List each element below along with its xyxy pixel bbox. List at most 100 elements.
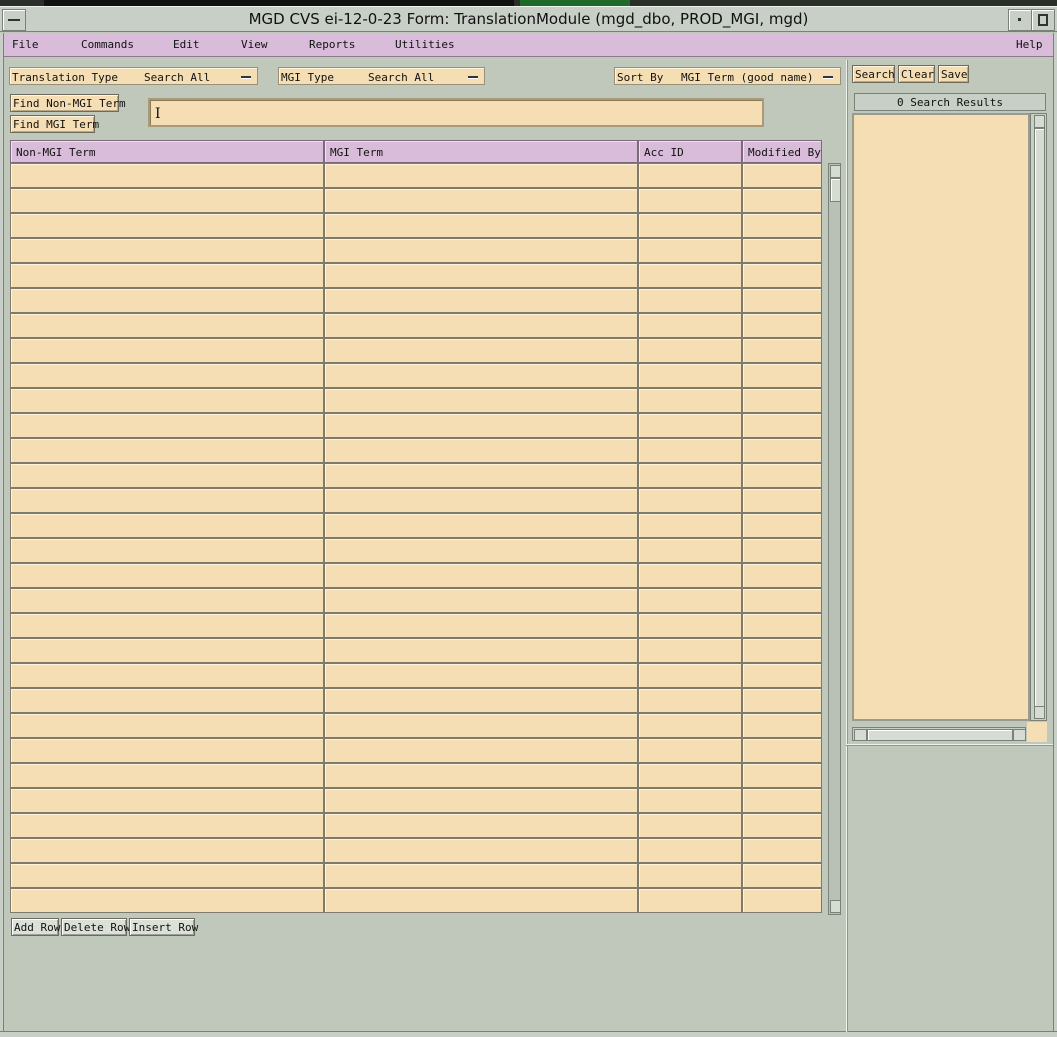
find-non-mgi-term-button[interactable]: Find Non-MGI Term — [10, 94, 126, 112]
modified-by-cell[interactable] — [742, 288, 822, 313]
non-mgi-term-cell[interactable] — [10, 888, 324, 913]
non-mgi-term-cell[interactable] — [10, 813, 324, 838]
modified-by-cell[interactable] — [742, 363, 822, 388]
search-results-list[interactable] — [852, 113, 1030, 721]
modified-by-cell[interactable] — [742, 563, 822, 588]
acc-id-cell[interactable] — [638, 588, 742, 613]
modified-by-cell[interactable] — [742, 263, 822, 288]
mgi-term-cell[interactable] — [324, 238, 638, 263]
table-row[interactable] — [10, 763, 822, 788]
acc-id-cell[interactable] — [638, 538, 742, 563]
mgi-term-cell[interactable] — [324, 738, 638, 763]
non-mgi-term-cell[interactable] — [10, 438, 324, 463]
modified-by-cell[interactable] — [742, 313, 822, 338]
mgi-term-cell[interactable] — [324, 613, 638, 638]
scroll-right-arrow-icon[interactable] — [1013, 729, 1026, 741]
non-mgi-term-cell[interactable] — [10, 163, 324, 188]
acc-id-cell[interactable] — [638, 863, 742, 888]
acc-id-cell[interactable] — [638, 513, 742, 538]
table-row[interactable] — [10, 388, 822, 413]
non-mgi-term-cell[interactable] — [10, 638, 324, 663]
modified-by-cell[interactable] — [742, 588, 822, 613]
table-row[interactable] — [10, 238, 822, 263]
menu-help[interactable]: Help — [1016, 38, 1043, 51]
non-mgi-term-cell[interactable] — [10, 363, 324, 388]
non-mgi-term-cell[interactable] — [10, 413, 324, 438]
mgi-term-cell[interactable] — [324, 263, 638, 288]
non-mgi-term-cell[interactable] — [10, 213, 324, 238]
acc-id-cell[interactable] — [638, 213, 742, 238]
modified-by-cell[interactable] — [742, 488, 822, 513]
non-mgi-term-cell[interactable] — [10, 313, 324, 338]
mgi-term-cell[interactable] — [324, 288, 638, 313]
insert-row-button[interactable]: Insert Row — [129, 918, 198, 936]
column-header-modified-by[interactable]: Modified By — [742, 140, 822, 163]
window-titlebar[interactable]: MGD CVS ei-12-0-23 Form: TranslationModu… — [0, 6, 1057, 32]
scroll-left-arrow-icon[interactable] — [854, 729, 867, 741]
acc-id-cell[interactable] — [638, 788, 742, 813]
table-row[interactable] — [10, 638, 822, 663]
table-row[interactable] — [10, 788, 822, 813]
modified-by-cell[interactable] — [742, 713, 822, 738]
scroll-thumb[interactable] — [830, 178, 841, 202]
modified-by-cell[interactable] — [742, 463, 822, 488]
acc-id-cell[interactable] — [638, 638, 742, 663]
modified-by-cell[interactable] — [742, 388, 822, 413]
mgi-term-cell[interactable] — [324, 313, 638, 338]
modified-by-cell[interactable] — [742, 613, 822, 638]
non-mgi-term-cell[interactable] — [10, 838, 324, 863]
acc-id-cell[interactable] — [638, 813, 742, 838]
delete-row-button[interactable]: Delete Row — [61, 918, 130, 936]
mgi-term-cell[interactable] — [324, 363, 638, 388]
modified-by-cell[interactable] — [742, 538, 822, 563]
find-mgi-term-button[interactable]: Find MGI Term — [10, 115, 99, 133]
modified-by-cell[interactable] — [742, 738, 822, 763]
non-mgi-term-cell[interactable] — [10, 863, 324, 888]
table-row[interactable] — [10, 363, 822, 388]
mgi-term-cell[interactable] — [324, 388, 638, 413]
table-row[interactable] — [10, 463, 822, 488]
modified-by-cell[interactable] — [742, 863, 822, 888]
acc-id-cell[interactable] — [638, 413, 742, 438]
modified-by-cell[interactable] — [742, 663, 822, 688]
mgi-term-cell[interactable] — [324, 188, 638, 213]
mgi-term-cell[interactable] — [324, 588, 638, 613]
table-row[interactable] — [10, 513, 822, 538]
mgi-term-cell[interactable] — [324, 663, 638, 688]
non-mgi-term-cell[interactable] — [10, 588, 324, 613]
non-mgi-term-cell[interactable] — [10, 538, 324, 563]
acc-id-cell[interactable] — [638, 688, 742, 713]
mgi-term-cell[interactable] — [324, 788, 638, 813]
table-row[interactable] — [10, 663, 822, 688]
mgi-term-cell[interactable] — [324, 838, 638, 863]
search-button[interactable]: Search — [852, 65, 895, 83]
table-row[interactable] — [10, 313, 822, 338]
column-header-acc-id[interactable]: Acc ID — [638, 140, 742, 163]
acc-id-cell[interactable] — [638, 263, 742, 288]
table-row[interactable] — [10, 213, 822, 238]
clear-button[interactable]: Clear — [898, 65, 935, 83]
maximize-button[interactable] — [1031, 9, 1055, 31]
menu-reports[interactable]: Reports — [309, 38, 355, 51]
non-mgi-term-cell[interactable] — [10, 738, 324, 763]
non-mgi-term-cell[interactable] — [10, 563, 324, 588]
mgi-term-cell[interactable] — [324, 213, 638, 238]
table-row[interactable] — [10, 813, 822, 838]
non-mgi-term-cell[interactable] — [10, 263, 324, 288]
mgi-term-cell[interactable] — [324, 888, 638, 913]
mgi-term-cell[interactable] — [324, 513, 638, 538]
acc-id-cell[interactable] — [638, 363, 742, 388]
mgi-term-cell[interactable] — [324, 463, 638, 488]
results-horizontal-scrollbar[interactable] — [852, 727, 1026, 741]
acc-id-cell[interactable] — [638, 738, 742, 763]
table-row[interactable] — [10, 863, 822, 888]
modified-by-cell[interactable] — [742, 788, 822, 813]
acc-id-cell[interactable] — [638, 713, 742, 738]
mgi-term-cell[interactable] — [324, 713, 638, 738]
mgi-term-cell[interactable] — [324, 338, 638, 363]
modified-by-cell[interactable] — [742, 888, 822, 913]
acc-id-cell[interactable] — [638, 188, 742, 213]
acc-id-cell[interactable] — [638, 888, 742, 913]
non-mgi-term-cell[interactable] — [10, 688, 324, 713]
sort-by-select[interactable]: Sort By MGI Term (good name) — [614, 67, 841, 85]
